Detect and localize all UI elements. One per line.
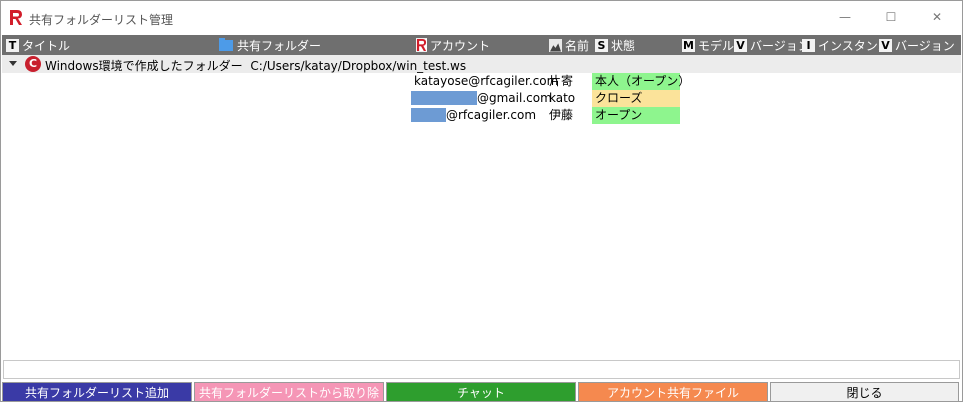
c-logo-icon: C: [25, 56, 41, 72]
app-logo-icon: [10, 10, 22, 25]
version-column-icon: V: [879, 38, 892, 52]
table-row[interactable]: katayose@rfcagiler.com 片寄 本人（オープン）: [2, 73, 961, 90]
column-header-name[interactable]: 名前: [549, 37, 589, 53]
folder-icon: [219, 37, 233, 51]
chat-button[interactable]: チャット: [386, 382, 576, 402]
name-cell: kato: [549, 91, 576, 105]
column-label: モデル: [698, 38, 735, 53]
name-cell: 片寄: [549, 74, 574, 88]
column-header-instance[interactable]: I インスタンス: [802, 37, 890, 53]
expand-triangle-icon[interactable]: [9, 61, 17, 66]
window-title: 共有フォルダーリスト管理: [29, 13, 174, 27]
app-logo-icon: [416, 38, 427, 52]
account-shared-file-button[interactable]: アカウント共有ファイル: [578, 382, 768, 402]
account-cell: @gmail.com: [411, 90, 552, 107]
column-label: 共有フォルダー: [237, 38, 322, 53]
column-header-shared-folder[interactable]: 共有フォルダー: [219, 37, 321, 53]
account-text: katayose@rfcagiler.com: [414, 74, 559, 88]
column-header-status[interactable]: S 状態: [595, 37, 635, 53]
column-header-title[interactable]: T タイトル: [6, 37, 70, 53]
account-cell: @rfcagiler.com: [411, 107, 536, 124]
maximize-icon: ☐: [885, 10, 897, 24]
title-column-icon: T: [6, 38, 19, 52]
close-button[interactable]: ✕: [914, 1, 960, 33]
group-label: Windows環境で作成したフォルダー C:/Users/katay/Dropb…: [45, 57, 466, 74]
model-column-icon: M: [682, 38, 695, 52]
column-header-instance-version[interactable]: V バージョン: [879, 37, 955, 53]
column-label: バージョン: [895, 38, 955, 53]
maximize-button[interactable]: ☐: [868, 1, 914, 33]
group-title: Windows環境で作成したフォルダー: [45, 59, 243, 73]
title-bar: 共有フォルダーリスト管理 — ☐ ✕: [1, 1, 962, 35]
column-header-model-version[interactable]: V バージョン: [734, 37, 810, 53]
redacted-mask: [411, 107, 446, 122]
minimize-button[interactable]: —: [822, 1, 868, 33]
column-label: アカウント: [430, 38, 491, 53]
column-label: 状態: [611, 38, 636, 53]
name-cell: 伊藤: [549, 108, 574, 122]
status-badge: 本人（オープン）: [592, 73, 690, 90]
group-path: C:/Users/katay/Dropbox/win_test.ws: [250, 59, 467, 73]
table-row[interactable]: @gmail.com kato クローズ: [2, 90, 961, 107]
close-dialog-button[interactable]: 閉じる: [770, 382, 959, 402]
remove-shared-folder-button[interactable]: 共有フォルダーリストから取り除く: [194, 382, 384, 402]
column-header-account[interactable]: アカウント: [416, 37, 490, 53]
add-shared-folder-button[interactable]: 共有フォルダーリスト追加: [2, 382, 192, 402]
close-icon: ✕: [931, 10, 943, 24]
column-header-model[interactable]: M モデル: [682, 37, 734, 53]
status-column-icon: S: [595, 38, 608, 52]
column-label: タイトル: [22, 38, 71, 53]
column-header-bar: T タイトル 共有フォルダー アカウント 名前 S 状態 M モデル V バージ…: [2, 35, 961, 55]
group-row[interactable]: C Windows環境で作成したフォルダー C:/Users/katay/Dro…: [2, 55, 961, 73]
table-row[interactable]: @rfcagiler.com 伊藤 オープン: [2, 107, 961, 124]
redacted-mask: [411, 90, 477, 105]
instance-column-icon: I: [802, 38, 815, 52]
column-label: 名前: [565, 38, 590, 53]
account-text: @rfcagiler.com: [446, 108, 537, 122]
status-badge: クローズ: [592, 90, 680, 107]
account-text: @gmail.com: [477, 91, 552, 105]
status-badge: オープン: [592, 107, 680, 124]
app-window: 共有フォルダーリスト管理 — ☐ ✕ T タイトル 共有フォルダー アカウント …: [0, 0, 963, 402]
list-empty-area[interactable]: [2, 124, 961, 357]
account-cell: katayose@rfcagiler.com: [414, 73, 558, 90]
button-bar: 共有フォルダーリスト追加 共有フォルダーリストから取り除く チャット アカウント…: [2, 382, 961, 402]
minimize-icon: —: [839, 10, 851, 24]
column-label: バージョン: [750, 38, 810, 53]
status-field: [3, 360, 960, 379]
version-column-icon: V: [734, 38, 747, 52]
person-icon: [549, 38, 562, 52]
